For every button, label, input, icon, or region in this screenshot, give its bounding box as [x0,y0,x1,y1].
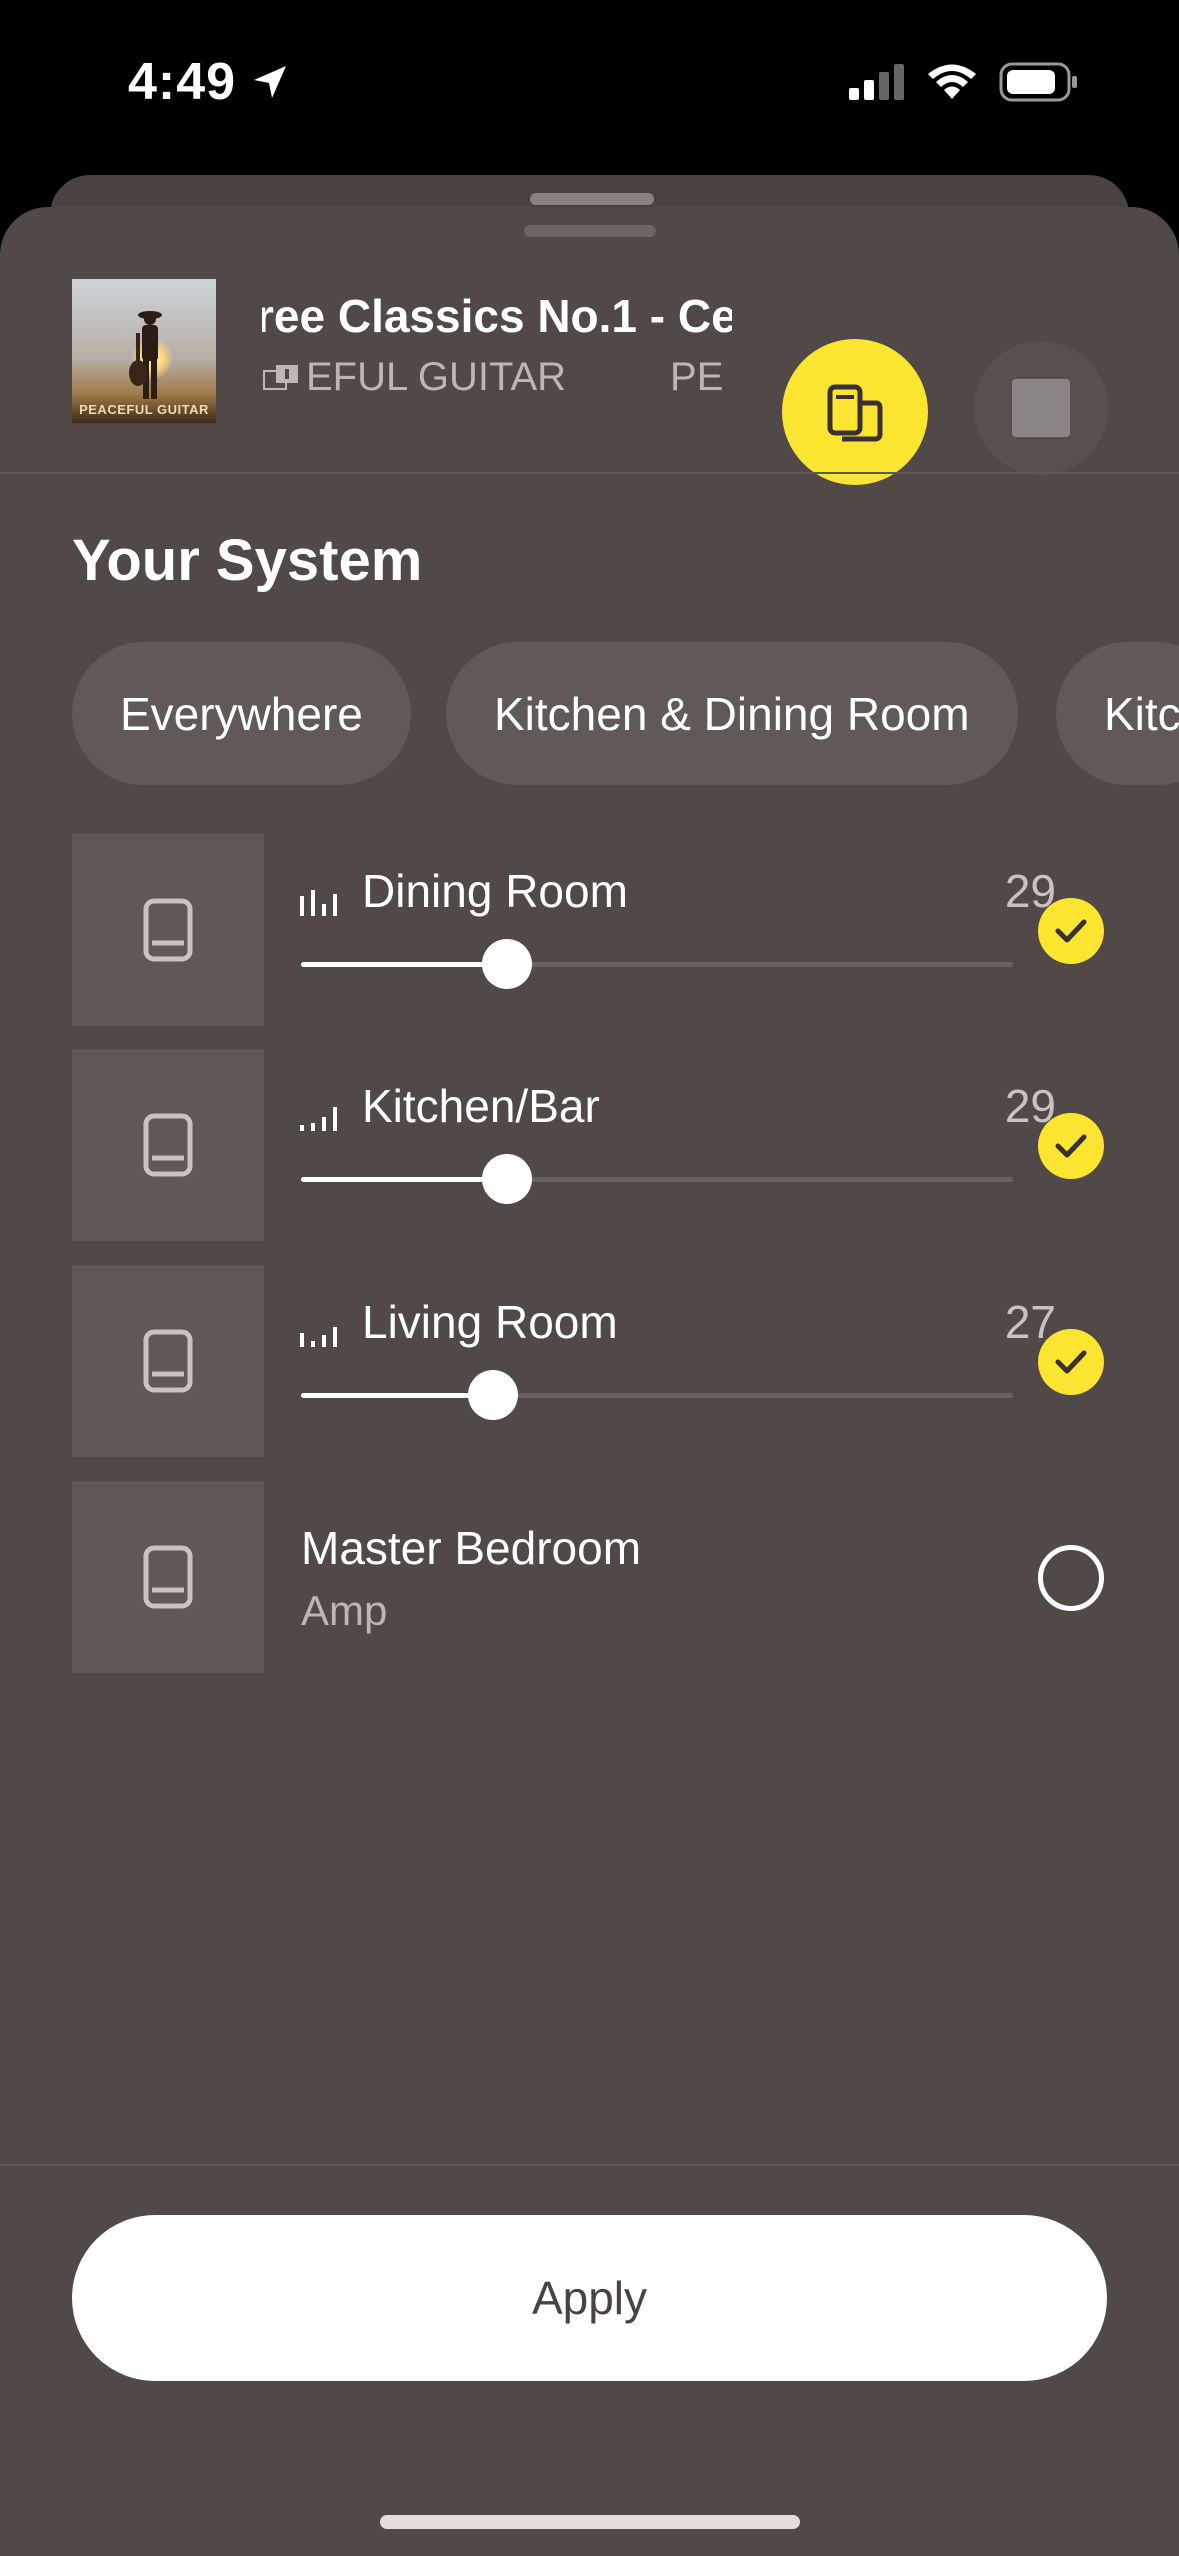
room-thumbnail [72,834,264,1026]
checkmark-icon [1055,919,1087,943]
speaker-icon [143,1113,193,1177]
room-name: Dining Room [362,865,628,917]
room-name: Kitchen/Bar [362,1080,600,1132]
volume-slider-knob[interactable] [482,1154,532,1204]
room-thumbnail [72,1049,264,1241]
room-name: Master Bedroom [301,1522,642,1574]
group-chips: Everywhere Kitchen & Dining Room Kitc [72,642,1179,787]
sheet-drag-handle[interactable] [524,225,656,237]
volume-slider-knob[interactable] [482,939,532,989]
track-album: PE [670,355,724,399]
background-sheet-grip [530,193,654,205]
chip-everywhere[interactable]: Everywhere [72,642,411,785]
volume-slider[interactable] [301,1154,1013,1204]
home-indicator [380,2515,800,2529]
playing-equalizer-icon [300,1107,337,1131]
volume-slider-knob[interactable] [468,1370,518,1420]
album-art-text: PEACEFUL GUITAR [79,402,209,417]
room-row-master-bedroom[interactable]: Master Bedroom Amp [72,1481,1112,1673]
wifi-icon [928,64,976,99]
status-bar: 4:49 [0,0,1179,170]
track-subtitle: EFUL GUITAR PE [262,355,723,400]
room-subtitle: Amp [301,1587,388,1634]
track-info[interactable]: ree Classics No.1 - Cel EFUL GUITAR PE [262,275,732,435]
room-row-living-room[interactable]: Living Room 27 [72,1265,1112,1457]
room-row-kitchen-bar[interactable]: Kitchen/Bar 29 [72,1049,1112,1241]
room-thumbnail [72,1265,264,1457]
chip-kitchen[interactable]: Kitc [1056,642,1179,785]
playing-equalizer-icon [300,1327,337,1347]
speaker-group-icon [827,384,883,442]
volume-slider-fill [301,1177,507,1182]
track-artist: EFUL GUITAR [306,355,567,399]
now-playing-bar[interactable]: PEACEFUL GUITAR ree Classics No.1 - Cel … [0,267,1179,485]
room-row-dining-room[interactable]: Dining Room 29 [72,834,1112,1026]
volume-slider-fill [301,1393,493,1398]
speaker-icon [143,898,193,962]
tv-source-icon [263,364,298,390]
track-title: ree Classics No.1 - Cel [262,290,732,342]
guitarist-silhouette [129,311,162,399]
room-selected-checkbox[interactable] [1038,898,1104,964]
section-title: Your System [72,528,423,593]
playing-equalizer-icon [300,890,337,916]
volume-slider[interactable] [301,939,1013,989]
now-playing-divider [0,472,1179,474]
footer-divider [0,2164,1179,2166]
cellular-signal-icon [849,64,904,100]
checkmark-icon [1055,1350,1087,1374]
location-arrow-icon [254,66,287,98]
status-indicators [849,62,1079,102]
status-time: 4:49 [128,52,290,112]
room-selected-checkbox[interactable] [1038,1329,1104,1395]
room-thumbnail [72,1481,264,1673]
speaker-icon [143,1545,193,1609]
stop-button[interactable] [974,341,1108,475]
apply-button[interactable]: Apply [72,2215,1107,2381]
room-unselected-checkbox[interactable] [1038,1545,1104,1611]
battery-icon [999,62,1077,102]
group-speakers-button[interactable] [782,339,928,485]
volume-slider[interactable] [301,1370,1013,1420]
room-name: Living Room [362,1296,618,1348]
volume-slider-fill [301,962,507,967]
system-sheet: PEACEFUL GUITAR ree Classics No.1 - Cel … [0,207,1179,2556]
album-art[interactable]: PEACEFUL GUITAR [72,279,216,423]
checkmark-icon [1055,1134,1087,1158]
room-selected-checkbox[interactable] [1038,1113,1104,1179]
chip-kitchen-dining-room[interactable]: Kitchen & Dining Room [446,642,1018,785]
clock: 4:49 [128,53,237,111]
speaker-icon [143,1329,193,1393]
stop-icon [1012,379,1070,437]
